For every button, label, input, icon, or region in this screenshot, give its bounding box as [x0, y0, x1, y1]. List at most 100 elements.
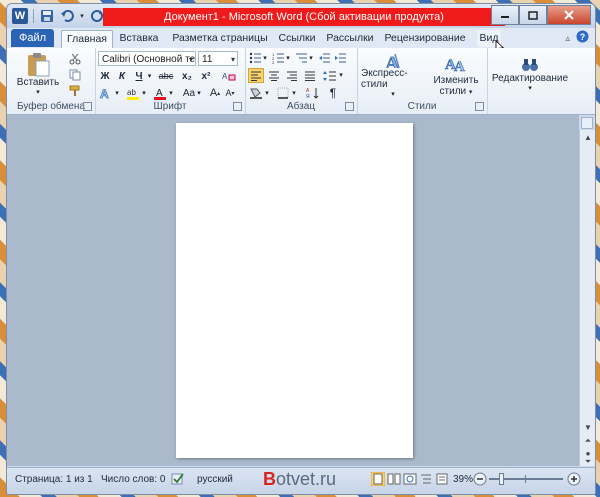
shading-dropdown-icon[interactable]: ▾: [264, 86, 270, 100]
tab-home[interactable]: Главная: [61, 30, 113, 48]
copy-icon[interactable]: [67, 68, 83, 82]
close-button[interactable]: [547, 5, 591, 25]
full-screen-reading-icon[interactable]: [387, 472, 401, 489]
tab-insert[interactable]: Вставка: [115, 30, 163, 47]
proofing-icon[interactable]: [171, 472, 185, 489]
draft-icon[interactable]: [435, 472, 449, 489]
text-effects-icon[interactable]: A: [98, 86, 114, 100]
tab-page-layout[interactable]: Разметка страницы: [169, 30, 271, 47]
font-name-combo[interactable]: Calibri (Основной тек ▾: [98, 51, 196, 66]
help-icon[interactable]: ?: [576, 30, 589, 46]
zoom-slider[interactable]: [489, 473, 563, 485]
ribbon-right-controls: ▵ ?: [565, 30, 589, 46]
zoom-slider-thumb[interactable]: [498, 473, 504, 485]
bullets-icon[interactable]: [248, 51, 262, 65]
page-count-status[interactable]: Страница: 1 из 1: [15, 474, 93, 485]
zoom-out-icon[interactable]: [473, 472, 487, 489]
bullets-dropdown-icon[interactable]: ▾: [262, 51, 268, 65]
underline-button[interactable]: Ч: [132, 69, 146, 83]
strikethrough-button[interactable]: abc: [157, 69, 175, 83]
clear-formatting-icon[interactable]: A: [221, 69, 237, 83]
scroll-down-icon[interactable]: ▼: [580, 420, 595, 434]
change-styles-icon: AA: [445, 57, 466, 75]
word-app-icon[interactable]: W: [11, 7, 29, 25]
italic-button[interactable]: К: [115, 69, 129, 83]
language-status[interactable]: русский: [197, 474, 233, 485]
tab-file[interactable]: Файл: [11, 29, 54, 47]
numbering-icon[interactable]: 123: [271, 51, 285, 65]
zoom-in-icon[interactable]: [567, 472, 581, 489]
scroll-up-icon[interactable]: ▲: [580, 130, 595, 144]
sort-icon[interactable]: АЯ: [305, 86, 321, 100]
change-case-dropdown-icon[interactable]: ▾: [196, 86, 202, 100]
clipboard-group-label: Буфер обмена: [17, 101, 85, 112]
align-right-icon[interactable]: [284, 68, 300, 83]
tab-mailings[interactable]: Рассылки: [325, 30, 375, 47]
borders-icon[interactable]: [275, 86, 291, 100]
align-center-icon[interactable]: [266, 68, 282, 83]
paste-dropdown-icon: ▾: [36, 88, 40, 96]
multilevel-list-icon[interactable]: [294, 51, 308, 65]
highlight-icon[interactable]: ab: [125, 86, 141, 100]
next-page-icon[interactable]: ⏷: [580, 457, 595, 466]
grow-font-button[interactable]: A ▴: [209, 86, 221, 100]
svg-text:A: A: [222, 72, 228, 81]
undo-dropdown-icon[interactable]: ▾: [78, 7, 86, 25]
bold-button[interactable]: Ж: [98, 69, 112, 83]
shading-icon[interactable]: [248, 86, 264, 100]
styles-launcher-icon[interactable]: [475, 102, 484, 111]
show-marks-button[interactable]: ¶: [325, 86, 341, 100]
svg-text:Я: Я: [306, 94, 310, 99]
tab-review[interactable]: Рецензирование: [379, 30, 471, 47]
editing-label: Редактирование: [491, 72, 569, 84]
font-color-icon[interactable]: A: [152, 86, 168, 100]
change-case-button[interactable]: Aa: [181, 86, 197, 100]
paragraph-launcher-icon[interactable]: [345, 102, 354, 111]
shrink-font-button[interactable]: A ▾: [224, 86, 236, 100]
increase-indent-icon[interactable]: [333, 51, 347, 65]
outline-icon[interactable]: [419, 472, 433, 489]
text-effects-dropdown-icon[interactable]: ▾: [114, 86, 120, 100]
superscript-button[interactable]: x²: [198, 69, 214, 83]
grow-font-label: A: [209, 87, 218, 99]
highlight-dropdown-icon[interactable]: ▾: [141, 86, 147, 100]
font-color-dropdown-icon[interactable]: ▾: [168, 86, 174, 100]
maximize-button[interactable]: [519, 5, 547, 25]
zoom-level[interactable]: 39%: [453, 474, 473, 485]
clipboard-launcher-icon[interactable]: [83, 102, 92, 111]
web-layout-icon[interactable]: [403, 472, 417, 489]
paste-button[interactable]: Вставить ▾: [15, 50, 61, 96]
group-paragraph: ▾ 123 ▾ ▾ ▾ ▾ ▾ А Я ¶ Абзац: [245, 48, 358, 114]
quick-styles-button[interactable]: A Экспресс-стили ▾: [361, 50, 425, 98]
vertical-scrollbar[interactable]: ▲ ▼ ⏶ ● ⏷: [579, 130, 595, 466]
status-bar: Страница: 1 из 1 Число слов: 0 русский B…: [7, 467, 595, 494]
multilevel-dropdown-icon[interactable]: ▾: [308, 51, 314, 65]
line-spacing-icon[interactable]: [322, 68, 338, 83]
close-icon: [564, 10, 574, 20]
minimize-ribbon-icon[interactable]: ▵: [565, 33, 570, 44]
print-layout-icon[interactable]: [370, 471, 386, 489]
minimize-button[interactable]: [491, 5, 519, 25]
tab-references[interactable]: Ссылки: [273, 30, 321, 47]
undo-icon[interactable]: [58, 7, 76, 25]
word-count-status[interactable]: Число слов: 0: [101, 474, 165, 485]
justify-icon[interactable]: [302, 68, 318, 83]
borders-dropdown-icon[interactable]: ▾: [291, 86, 297, 100]
line-spacing-dropdown-icon[interactable]: ▾: [338, 68, 344, 82]
svg-text:A: A: [454, 59, 465, 75]
view-ruler-icon[interactable]: [581, 117, 593, 129]
align-left-icon[interactable]: [248, 68, 264, 83]
subscript-button[interactable]: x₂: [179, 69, 195, 83]
change-styles-button[interactable]: AA Изменить стили ▾: [433, 50, 479, 98]
font-size-combo[interactable]: 11 ▾: [198, 51, 238, 66]
cut-icon[interactable]: [67, 52, 83, 66]
format-painter-icon[interactable]: [67, 84, 83, 98]
decrease-indent-icon[interactable]: [317, 51, 331, 65]
styles-group-label: Стили: [407, 101, 437, 112]
underline-dropdown-icon[interactable]: ▾: [146, 69, 153, 83]
numbering-dropdown-icon[interactable]: ▾: [285, 51, 291, 65]
document-page[interactable]: [176, 123, 413, 458]
editing-button[interactable]: Редактирование ▾: [491, 50, 569, 98]
font-launcher-icon[interactable]: [233, 102, 242, 111]
save-icon[interactable]: [38, 7, 56, 25]
